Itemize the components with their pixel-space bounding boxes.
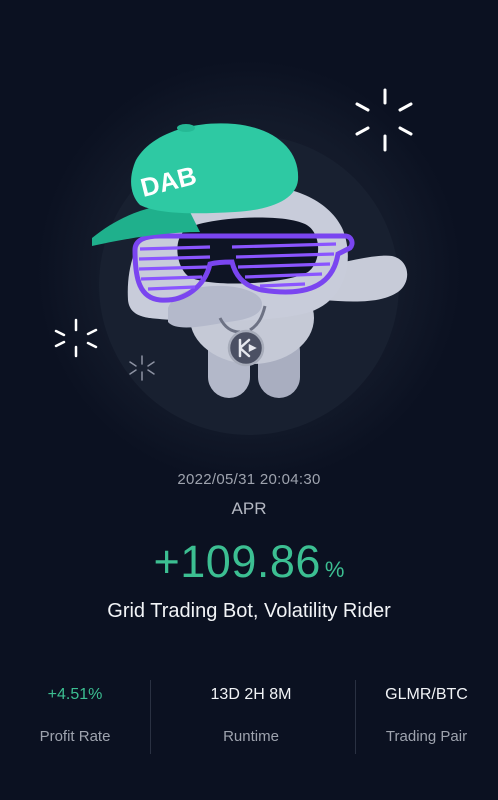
stat-runtime: 13D 2H 8M Runtime [176, 678, 326, 754]
trading-pair-value: GLMR/BTC [385, 686, 468, 703]
apr-label: APR [231, 499, 267, 518]
bot-name: Grid Trading Bot, Volatility Rider [107, 600, 391, 622]
apr-number: +109.86 [153, 536, 321, 587]
stat-trading-pair: GLMR/BTC Trading Pair [355, 678, 498, 754]
stats-row: +4.51% Profit Rate 13D 2H 8M Runtime GLM… [0, 678, 498, 754]
profit-rate-value: +4.51% [47, 686, 103, 703]
kucoin-logo-icon [227, 329, 265, 367]
stat-profit-rate: +4.51% Profit Rate [0, 678, 150, 754]
apr-value: +109.86% [0, 536, 498, 588]
runtime-value: 13D 2H 8M [210, 686, 292, 703]
timestamp: 2022/05/31 20:04:30 [177, 471, 321, 488]
stat-divider [150, 680, 151, 754]
profit-rate-label: Profit Rate [39, 728, 111, 745]
hero-illustration: DAB [0, 0, 498, 484]
trading-pair-label: Trading Pair [385, 728, 468, 745]
runtime-label: Runtime [223, 728, 279, 745]
apr-unit: % [324, 557, 345, 582]
